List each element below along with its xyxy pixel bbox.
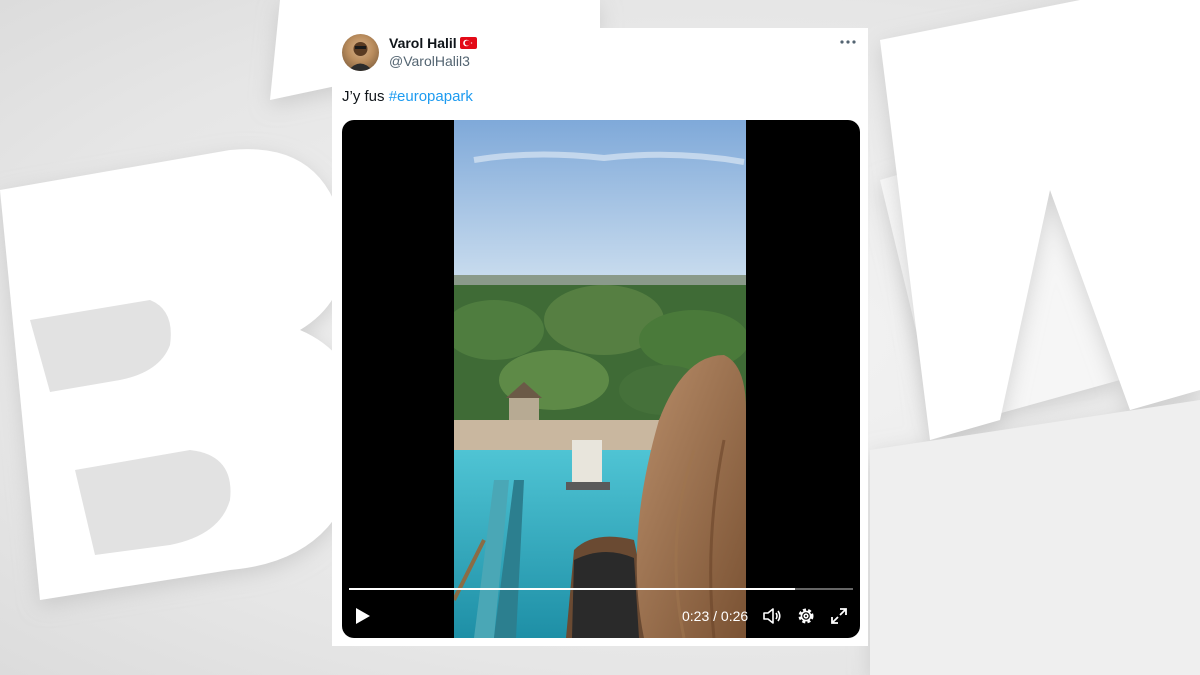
settings-button[interactable]	[796, 606, 816, 626]
fullscreen-button[interactable]	[829, 606, 849, 626]
video-still-image	[454, 120, 746, 638]
current-time: 0:23	[682, 608, 710, 624]
tweet-text: J’y fus #europapark	[342, 88, 473, 105]
video-time: 0:23 / 0:26	[682, 608, 748, 624]
more-options-button[interactable]	[838, 34, 858, 50]
tweet-text-body: J’y fus	[342, 88, 389, 105]
fullscreen-icon	[831, 608, 847, 624]
settings-icon	[798, 608, 814, 624]
duration: 0:26	[720, 608, 749, 624]
author-name-text[interactable]: Varol Halil	[389, 35, 457, 51]
video-frame[interactable]	[454, 120, 746, 638]
volume-icon	[763, 608, 781, 624]
time-separator: /	[713, 608, 718, 624]
play-icon	[356, 608, 370, 624]
author-handle[interactable]: @VarolHalil3	[389, 53, 470, 69]
tweet-card: Varol Halil @VarolHalil3 J’y fus #europa…	[332, 28, 868, 646]
video-progress-bar[interactable]	[349, 588, 853, 590]
turkey-flag-icon	[459, 37, 477, 49]
volume-button[interactable]	[762, 606, 782, 626]
video-progress-fill	[349, 588, 796, 590]
video-player[interactable]: 0:23 / 0:26	[342, 120, 860, 638]
hashtag-link[interactable]: #europapark	[389, 88, 473, 105]
more-horizontal-icon	[840, 40, 856, 44]
play-button[interactable]	[354, 606, 372, 626]
author-name[interactable]: Varol Halil	[389, 35, 477, 51]
avatar[interactable]	[342, 34, 379, 71]
